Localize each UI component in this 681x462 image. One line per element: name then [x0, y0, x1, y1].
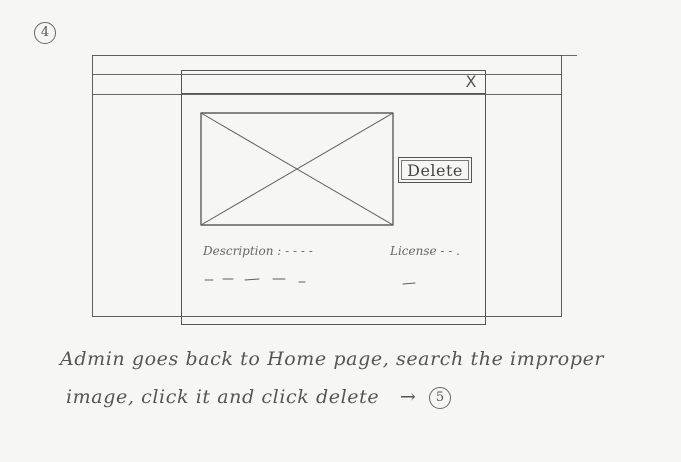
close-icon[interactable]: X [463, 73, 479, 91]
next-step-badge: 5 [429, 387, 452, 409]
step-number-badge: 4 [34, 22, 56, 44]
image-placeholder-icon[interactable] [200, 112, 394, 226]
delete-button[interactable]: Delete [398, 157, 472, 183]
description-label: Description : - - - - [203, 244, 313, 258]
step-caption: Admin goes back to Home page, search the… [60, 340, 660, 416]
caption-line-2: image, click it and click delete → 5 [60, 378, 660, 416]
modal-header-divider [182, 93, 485, 94]
caption-line-2-text: image, click it and click delete [66, 386, 380, 408]
license-label: License - - . [390, 244, 460, 258]
placeholder-text-scribble [204, 278, 416, 285]
arrow-right-icon: → [399, 386, 417, 408]
caption-line-1: Admin goes back to Home page, search the… [60, 348, 605, 370]
